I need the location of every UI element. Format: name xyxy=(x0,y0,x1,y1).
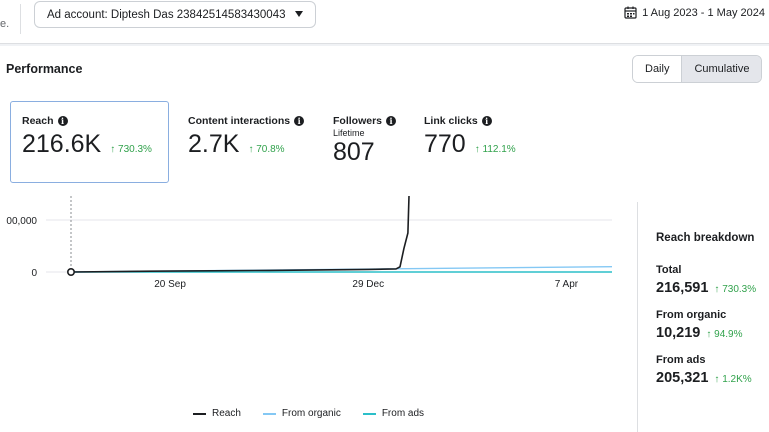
metric-card-content-interactions[interactable]: Content interactions i 2.7K ↑ 70.8% xyxy=(188,101,328,183)
metric-card-link-clicks[interactable]: Link clicks i 770 ↑ 112.1% xyxy=(424,101,564,183)
reach-line-chart: 00,00000,00000,000020 Sep29 Dec7 Apr xyxy=(6,196,613,290)
metric-label: Reach xyxy=(22,115,54,127)
metric-change: ↑ 730.3% xyxy=(110,144,152,155)
date-range-picker[interactable]: 1 Aug 2023 - 1 May 2024 xyxy=(624,6,765,19)
metric-card-reach[interactable]: Reach i 216.6K ↑ 730.3% xyxy=(10,101,169,183)
breakdown-label: From organic xyxy=(656,309,727,321)
truncated-text: e. xyxy=(0,18,10,30)
breakdown-label: From ads xyxy=(656,354,706,366)
metric-label: Followers xyxy=(333,115,383,127)
ad-account-label: Ad account: Diptesh Das 2384251458343004… xyxy=(47,8,286,21)
calendar-icon xyxy=(624,6,637,19)
breakdown-row-ads: From ads 205,321 ↑ 1.2K% xyxy=(656,354,769,386)
metric-change: ↑ 70.8% xyxy=(248,144,285,155)
ad-account-dropdown[interactable]: Ad account: Diptesh Das 2384251458343004… xyxy=(34,1,316,28)
legend-swatch xyxy=(262,412,276,415)
breakdown-value: 216,591 xyxy=(656,280,709,296)
metric-value: 2.7K xyxy=(188,130,240,158)
view-toggle: Daily Cumulative xyxy=(632,55,763,83)
info-icon[interactable]: i xyxy=(386,116,397,126)
x-axis-label: 7 Apr xyxy=(555,279,579,290)
metric-change: ↑ 112.1% xyxy=(474,144,516,155)
performance-title: Performance xyxy=(6,62,83,76)
chart-legend: Reach From organic From ads xyxy=(193,408,424,419)
legend-item-ads[interactable]: From ads xyxy=(362,408,425,419)
breakdown-change: ↑ 1.2K% xyxy=(714,374,752,385)
breakdown-row-total: Total 216,591 ↑ 730.3% xyxy=(656,264,769,296)
divider xyxy=(637,202,638,432)
metric-value: 807 xyxy=(333,138,375,166)
metric-value: 216.6K xyxy=(22,130,102,158)
series-line-reach xyxy=(70,196,410,273)
breakdown-title: Reach breakdown xyxy=(656,232,755,244)
metric-label: Link clicks xyxy=(424,115,478,127)
metric-card-followers[interactable]: Followers i Lifetime 807 xyxy=(333,101,413,183)
top-bar: e. Ad account: Diptesh Das 2384251458343… xyxy=(0,0,769,44)
breakdown-change: ↑ 94.9% xyxy=(706,329,743,340)
daily-toggle-button[interactable]: Daily xyxy=(633,56,682,82)
cumulative-toggle-button[interactable]: Cumulative xyxy=(681,56,762,82)
date-range-label: 1 Aug 2023 - 1 May 2024 xyxy=(642,6,765,19)
breakdown-label: Total xyxy=(656,264,682,276)
legend-item-organic[interactable]: From organic xyxy=(262,408,341,419)
y-axis-label: 0 xyxy=(31,268,37,279)
breakdown-row-organic: From organic 10,219 ↑ 94.9% xyxy=(656,309,769,341)
breakdown-change: ↑ 730.3% xyxy=(714,284,757,295)
metric-sublabel: Lifetime xyxy=(333,128,365,138)
y-axis-label: 00,000 xyxy=(6,216,37,227)
legend-label: From organic xyxy=(281,408,341,419)
info-icon[interactable]: i xyxy=(57,116,68,126)
metric-value: 770 xyxy=(424,130,466,158)
dropdown-caret-icon xyxy=(295,11,303,17)
metric-label: Content interactions xyxy=(188,115,291,127)
info-icon[interactable]: i xyxy=(294,116,305,126)
legend-swatch xyxy=(193,412,206,415)
x-axis-label: 20 Sep xyxy=(154,279,186,290)
divider xyxy=(20,4,21,34)
reach-breakdown-panel: Reach breakdown Total 216,591 ↑ 730.3% Fr… xyxy=(656,232,769,399)
legend-item-reach[interactable]: Reach xyxy=(193,408,241,419)
legend-swatch xyxy=(362,412,376,415)
legend-label: From ads xyxy=(381,408,425,419)
x-axis-label: 29 Dec xyxy=(352,279,384,290)
performance-card: Performance Daily Cumulative Reach i 216.… xyxy=(0,46,769,432)
hover-marker-point xyxy=(67,268,76,277)
legend-label: Reach xyxy=(212,408,241,419)
breakdown-value: 10,219 xyxy=(656,325,701,341)
breakdown-value: 205,321 xyxy=(656,370,709,386)
info-icon[interactable]: i xyxy=(481,116,492,126)
